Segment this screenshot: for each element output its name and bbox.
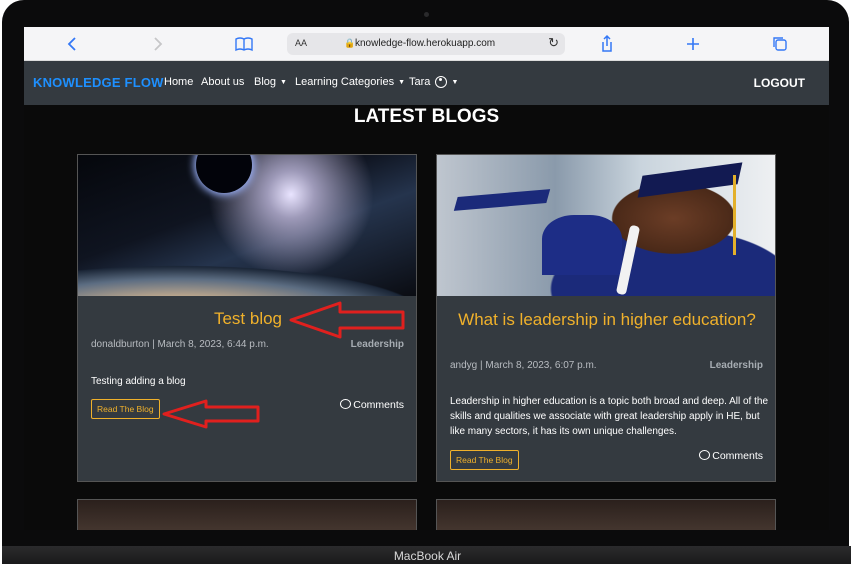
tabs-icon[interactable] — [769, 33, 791, 55]
browser-toolbar: AA 🔒 knowledge-flow.herokuapp.com ↻ — [24, 27, 829, 61]
blog-excerpt: Testing adding a blog — [91, 376, 186, 387]
blog-title[interactable]: What is leadership in higher education? — [457, 309, 757, 330]
nav-blog-dropdown[interactable]: Blog ▼ — [254, 76, 287, 88]
lock-icon: 🔒 — [344, 38, 356, 48]
blog-meta: andyg | March 8, 2023, 6:07 p.m. — [450, 360, 597, 371]
blog-category: Leadership — [350, 339, 404, 350]
user-icon — [435, 76, 448, 89]
blog-meta: donaldburton | March 8, 2023, 6:44 p.m. — [91, 339, 269, 350]
blog-image-graduate — [437, 155, 775, 296]
blog-category: Leadership — [709, 360, 763, 371]
graduation-cap-bg — [453, 189, 551, 211]
nav-home[interactable]: Home — [164, 76, 193, 88]
blog-card-partial — [436, 499, 776, 530]
blog-card-partial — [77, 499, 417, 530]
blog-image-space — [78, 155, 416, 296]
cap-tassel — [733, 175, 736, 255]
caret-down-icon: ▼ — [398, 78, 406, 86]
laptop-base-label: MacBook Air — [2, 546, 851, 564]
share-icon[interactable] — [596, 33, 618, 55]
caret-down-icon: ▼ — [451, 78, 459, 86]
brand-logo[interactable]: KNOWLEDGE FLOW — [33, 75, 164, 90]
comments-link[interactable]: Comments — [340, 399, 404, 411]
blog-card: What is leadership in higher education? … — [436, 154, 776, 482]
forward-icon[interactable] — [146, 33, 168, 55]
camera — [424, 12, 429, 17]
screen: AA 🔒 knowledge-flow.herokuapp.com ↻ KNOW… — [24, 27, 829, 530]
read-blog-button[interactable]: Read The Blog — [450, 450, 519, 470]
reader-book-icon[interactable] — [233, 33, 255, 55]
logout-link[interactable]: LOGOUT — [754, 76, 805, 90]
comment-bubble-icon — [340, 399, 352, 409]
url-text: knowledge-flow.herokuapp.com — [355, 38, 496, 49]
graduate-gown-bg — [542, 215, 622, 275]
address-bar[interactable]: AA 🔒 knowledge-flow.herokuapp.com ↻ — [287, 33, 565, 55]
read-blog-button[interactable]: Read The Blog — [91, 399, 160, 419]
text-size-button[interactable]: AA — [295, 38, 307, 48]
back-icon[interactable] — [62, 33, 84, 55]
comment-bubble-icon — [699, 450, 711, 460]
nav-about-us[interactable]: About us — [201, 76, 244, 88]
new-tab-plus-icon[interactable] — [682, 33, 704, 55]
nav-user-dropdown[interactable]: Tara ▼ — [409, 76, 459, 89]
nav-learning-categories-dropdown[interactable]: Learning Categories ▼ — [295, 76, 405, 88]
page-title: LATEST BLOGS — [353, 106, 500, 127]
graduation-cap — [637, 162, 743, 198]
blog-excerpt: Leadership in higher education is a topi… — [450, 396, 769, 437]
laptop-frame: AA 🔒 knowledge-flow.herokuapp.com ↻ KNOW… — [2, 0, 851, 564]
annotation-arrow-icon — [289, 301, 405, 339]
caret-down-icon: ▼ — [280, 78, 287, 86]
reload-icon[interactable]: ↻ — [548, 35, 559, 51]
site-navbar: KNOWLEDGE FLOW Home About us Blog ▼ Learn… — [24, 61, 829, 105]
annotation-arrow-icon — [162, 399, 260, 429]
eclipse-planet — [196, 155, 252, 193]
comments-link[interactable]: Comments — [699, 450, 763, 462]
